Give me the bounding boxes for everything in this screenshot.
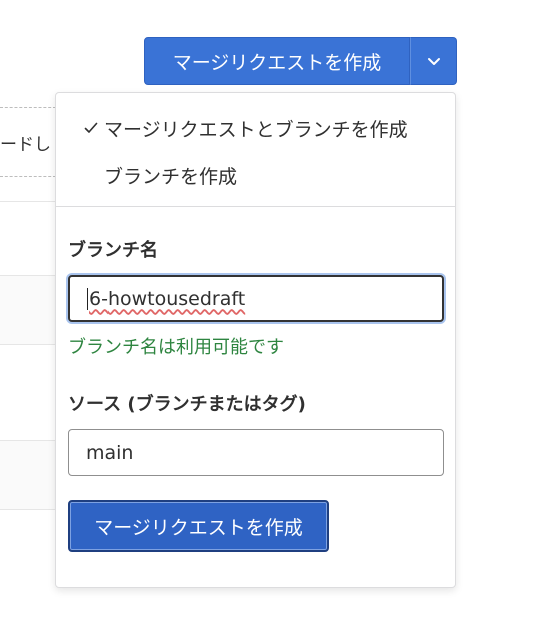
branch-name-input[interactable]: 6- howtousedraft [68,275,444,322]
background-dashed-line [0,107,56,108]
text-caret [87,287,88,310]
check-icon [56,122,102,134]
submit-create-merge-request-button[interactable]: マージリクエストを作成 [68,500,329,552]
background-divider [0,201,56,202]
source-label: ソース (ブランチまたはタグ) [68,394,306,415]
branch-name-value: howtousedraft [107,287,246,310]
background-row [0,366,56,441]
source-input[interactable]: main [68,429,444,476]
branch-name-value-prefix: 6- [89,287,108,310]
background-dashed-line [0,176,56,177]
branch-name-label: ブランチ名 [68,240,158,261]
chevron-down-icon [427,54,441,69]
branch-name-status: ブランチ名は利用可能です [68,337,284,358]
create-merge-request-split-button: マージリクエストを作成 [144,37,457,85]
option-label: マージリクエストとブランチを作成 [104,118,408,141]
option-create-branch[interactable]: ブランチを作成 [56,153,455,197]
background-partial-text: ードし [0,135,51,155]
dropdown-divider [56,206,455,207]
create-merge-request-button[interactable]: マージリクエストを作成 [144,37,410,85]
background-row [0,441,56,510]
background-row [0,275,56,345]
source-value: main [86,441,134,464]
option-create-merge-request-and-branch[interactable]: マージリクエストとブランチを作成 [56,106,455,150]
option-label: ブランチを作成 [104,165,238,188]
create-dropdown-panel: マージリクエストとブランチを作成 ブランチを作成 ブランチ名 6- howtou… [55,92,456,588]
dropdown-toggle-button[interactable] [410,37,457,85]
